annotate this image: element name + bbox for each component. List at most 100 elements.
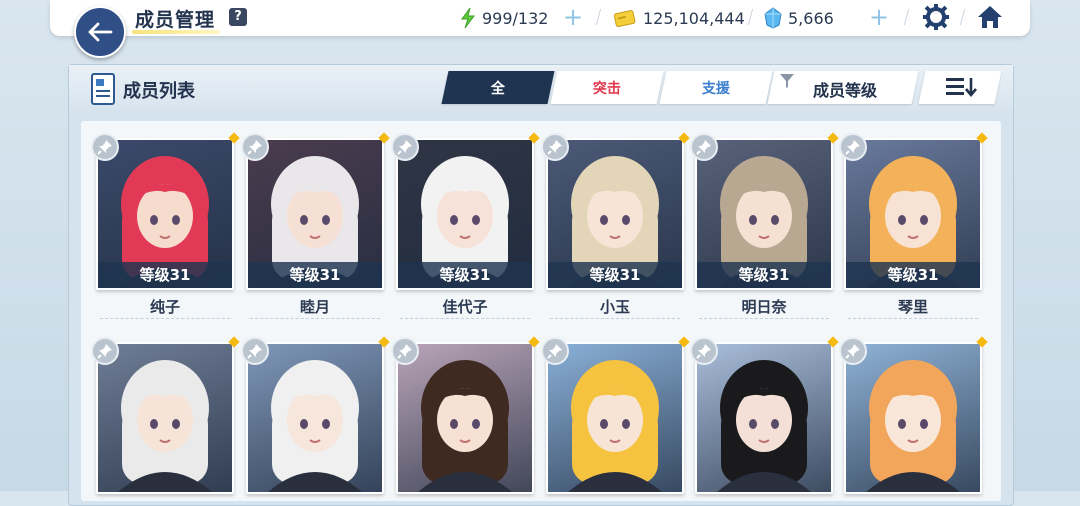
character-art <box>866 360 960 492</box>
member-portrait <box>546 342 684 494</box>
page-title: 成员管理 <box>135 9 216 31</box>
member-level: 等级31 <box>98 262 232 288</box>
tab-striker[interactable]: 突击 <box>550 71 664 104</box>
pin-icon <box>247 140 262 155</box>
add-ap-button[interactable]: + <box>563 5 583 29</box>
tab-all-label: 全 <box>491 80 505 97</box>
character-art <box>568 360 662 492</box>
filter-tabs: 全 突击 支援 <box>441 71 773 104</box>
back-button[interactable] <box>74 6 126 58</box>
tab-all[interactable]: 全 <box>441 71 555 104</box>
back-arrow-icon <box>88 22 113 42</box>
member-portrait <box>396 342 534 494</box>
pin-button[interactable] <box>839 337 867 365</box>
member-level: 等级31 <box>548 262 682 288</box>
member-card[interactable] <box>541 336 690 494</box>
member-card[interactable] <box>91 336 240 494</box>
pin-icon <box>696 344 711 359</box>
pin-icon <box>845 344 860 359</box>
member-card[interactable]: 等级31 小玉 <box>541 132 690 320</box>
member-portrait: 等级31 <box>396 138 534 290</box>
pin-button[interactable] <box>391 133 419 161</box>
ap-value: 999/132 <box>482 8 549 28</box>
credit-card-icon <box>613 10 636 28</box>
gear-icon <box>923 4 949 30</box>
pin-button[interactable] <box>690 133 718 161</box>
member-name: 佳代子 <box>442 298 488 316</box>
filter-icon <box>780 74 794 88</box>
member-card[interactable] <box>391 336 540 494</box>
lightning-icon <box>461 7 475 29</box>
gem-icon <box>764 7 782 29</box>
pin-button[interactable] <box>241 337 269 365</box>
member-portrait: 等级31 <box>844 138 982 290</box>
pin-button[interactable] <box>690 337 718 365</box>
pin-icon <box>97 344 112 359</box>
pin-icon <box>547 140 562 155</box>
pin-button[interactable] <box>241 133 269 161</box>
member-portrait: 等级31 <box>695 138 833 290</box>
member-name: 纯子 <box>149 298 180 316</box>
member-name: 琴里 <box>897 298 928 316</box>
member-name: 睦月 <box>299 298 330 316</box>
member-portrait: 等级31 <box>246 138 384 290</box>
member-portrait: 等级31 <box>546 138 684 290</box>
pin-button[interactable] <box>541 337 569 365</box>
member-portrait: 等级31 <box>96 138 234 290</box>
credits-value: 125,104,444 <box>643 8 745 28</box>
pin-button[interactable] <box>541 133 569 161</box>
pin-icon <box>247 344 262 359</box>
member-level: 等级31 <box>697 262 831 288</box>
credits-counter: 125,104,444 <box>613 7 745 29</box>
pin-button[interactable] <box>839 133 867 161</box>
member-card[interactable]: 等级31 佳代子 <box>391 132 540 320</box>
gems-value: 5,666 <box>788 8 834 28</box>
name-divider <box>400 318 530 319</box>
help-button[interactable]: ? <box>229 8 247 26</box>
character-art <box>418 360 512 492</box>
member-card[interactable]: 等级31 明日奈 <box>690 132 839 320</box>
pin-button[interactable] <box>391 337 419 365</box>
name-divider <box>100 318 230 319</box>
title-underline <box>132 30 220 34</box>
member-portrait <box>246 342 384 494</box>
gems-counter: 5,666 <box>764 7 834 29</box>
member-card[interactable]: 等级31 琴里 <box>839 132 988 320</box>
member-portrait <box>96 342 234 494</box>
ap-counter: 999/132 <box>460 7 548 29</box>
home-button[interactable] <box>976 3 1004 31</box>
tab-striker-label: 突击 <box>593 80 621 97</box>
member-card[interactable] <box>839 336 988 494</box>
pin-icon <box>397 140 412 155</box>
name-divider <box>848 318 978 319</box>
add-gems-button[interactable]: + <box>869 5 889 29</box>
pin-button[interactable] <box>91 337 119 365</box>
member-level: 等级31 <box>248 262 382 288</box>
member-level: 等级31 <box>398 262 532 288</box>
member-level: 等级31 <box>846 262 980 288</box>
character-art <box>118 360 212 492</box>
name-divider <box>250 318 380 319</box>
pin-icon <box>845 140 860 155</box>
member-card[interactable]: 等级31 纯子 <box>91 132 240 320</box>
pin-icon <box>397 344 412 359</box>
name-divider <box>699 318 829 319</box>
pin-icon <box>696 140 711 155</box>
settings-button[interactable] <box>922 3 950 31</box>
pin-button[interactable] <box>91 133 119 161</box>
sort-order-icon <box>946 78 977 98</box>
name-divider <box>550 318 680 319</box>
member-name: 小玉 <box>599 298 630 316</box>
tab-special[interactable]: 支援 <box>659 71 773 104</box>
tab-special-label: 支援 <box>702 80 730 97</box>
member-portrait <box>844 342 982 494</box>
character-art <box>717 360 811 492</box>
member-name: 明日奈 <box>741 298 787 316</box>
member-card[interactable]: 等级31 睦月 <box>241 132 390 320</box>
member-card[interactable] <box>241 336 390 494</box>
panel-title: 成员列表 <box>123 81 195 102</box>
member-portrait <box>695 342 833 494</box>
pin-icon <box>97 140 112 155</box>
member-list-icon <box>91 73 115 105</box>
member-card[interactable] <box>690 336 839 494</box>
